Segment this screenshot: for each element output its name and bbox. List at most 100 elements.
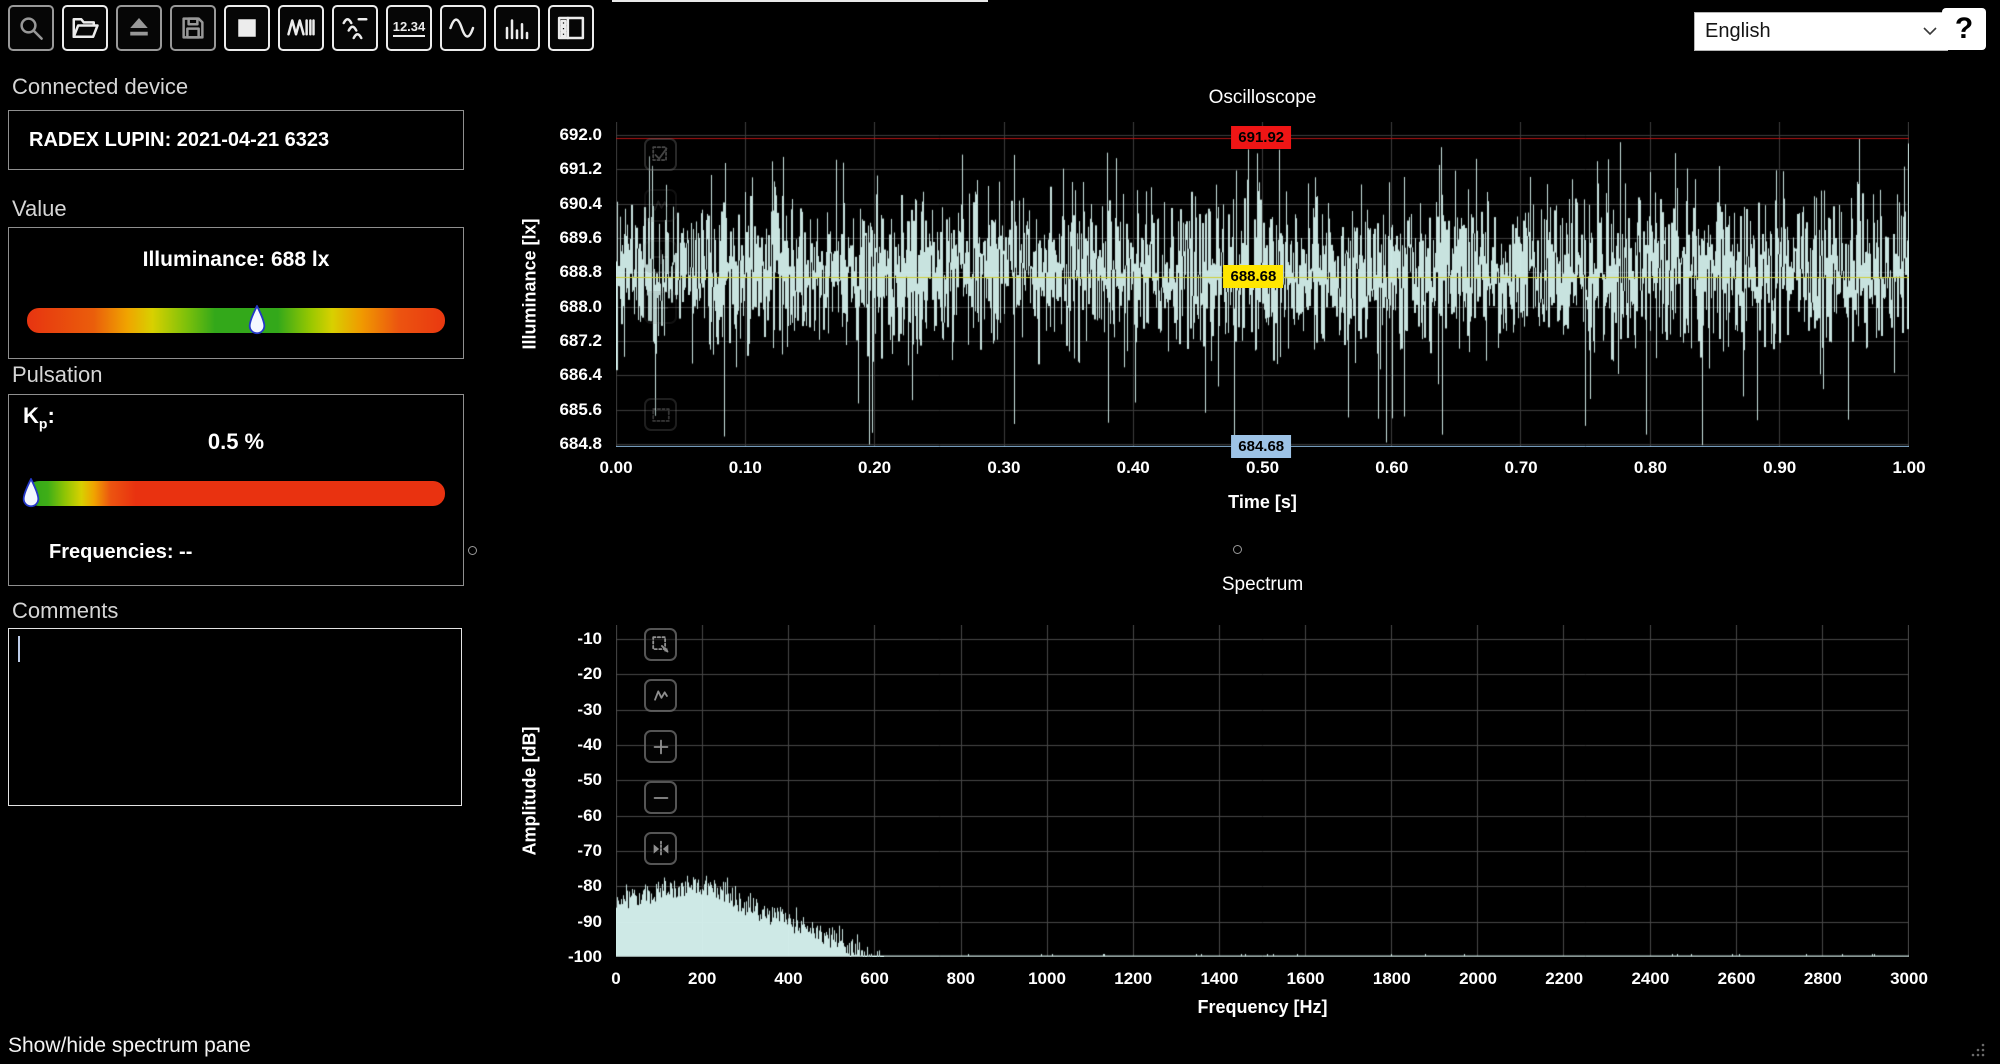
pane-splitter-handle-center[interactable] <box>1233 545 1242 554</box>
y-axis-tick: 691.2 <box>559 158 602 180</box>
y-axis-tick: 688.0 <box>559 296 602 318</box>
y-axis-tick: 692.0 <box>559 124 602 146</box>
x-axis-tick: 0.00 <box>599 458 632 478</box>
bar-chart-icon <box>502 13 532 43</box>
spectrum-x-ticks: 0200400600800100012001400160018002000220… <box>616 969 1909 993</box>
numeric-display-button[interactable]: 12.34 <box>386 5 432 51</box>
pulsation-marker-icon <box>22 478 40 509</box>
autoscale-icon[interactable] <box>644 189 677 222</box>
layout-icon <box>556 13 586 43</box>
spectrum-y-ticks: -10-20-30-40-50-60-70-80-90-100 <box>470 625 610 957</box>
y-axis-tick: -70 <box>577 840 602 862</box>
save-icon <box>178 13 208 43</box>
connected-device-label: Connected device <box>12 74 188 100</box>
open-folder-icon <box>70 13 100 43</box>
y-axis-tick: -20 <box>577 663 602 685</box>
x-axis-tick: 400 <box>774 969 802 989</box>
stacked-waves-icon <box>340 13 370 43</box>
kp-label: Kp: <box>23 403 55 431</box>
comments-input[interactable] <box>8 628 462 806</box>
illuminance-gauge <box>27 308 445 333</box>
layout-panes-button[interactable] <box>548 5 594 51</box>
x-axis-tick: 600 <box>860 969 888 989</box>
save-button[interactable] <box>170 5 216 51</box>
open-file-button[interactable] <box>62 5 108 51</box>
x-axis-tick: 0.20 <box>858 458 891 478</box>
device-name: RADEX LUPIN: 2021-04-21 6323 <box>9 129 329 152</box>
y-axis-tick: -30 <box>577 699 602 721</box>
x-axis-tick: 0.60 <box>1375 458 1408 478</box>
spectrum-pane-button[interactable] <box>494 5 540 51</box>
x-axis-tick: 1800 <box>1373 969 1411 989</box>
eject-button[interactable] <box>116 5 162 51</box>
app-window: 12.34 English ? Connected device RADEX L… <box>0 0 2000 1064</box>
x-axis-tick: 0.30 <box>987 458 1020 478</box>
x-axis-tick: 0.70 <box>1505 458 1538 478</box>
select-region-icon[interactable] <box>644 628 677 661</box>
y-axis-tick: 689.6 <box>559 227 602 249</box>
record-oscillogram-button[interactable] <box>278 5 324 51</box>
marker-badge[interactable]: 684.68 <box>1231 435 1291 458</box>
y-axis-tick: -100 <box>568 946 602 968</box>
marker-badge[interactable]: 691.92 <box>1231 126 1291 149</box>
x-axis-tick: 2000 <box>1459 969 1497 989</box>
pane-splitter-handle-left[interactable] <box>468 546 477 555</box>
marker-badge[interactable]: 688.68 <box>1223 265 1283 288</box>
x-axis-tick: 1400 <box>1200 969 1238 989</box>
pulsation-panel: Kp: 0.5 % Frequencies: -- <box>8 394 464 586</box>
waveform-record-icon <box>286 13 316 43</box>
spectrum-title: Spectrum <box>616 574 1909 596</box>
y-axis-tick: -10 <box>577 628 602 650</box>
frequencies-value: Frequencies: -- <box>49 541 192 564</box>
eject-icon <box>124 13 154 43</box>
oscilloscope-plot[interactable]: 691.92688.68684.68 <box>616 122 1909 447</box>
language-select[interactable]: English <box>1694 12 1948 51</box>
y-axis-tick: 690.4 <box>559 193 602 215</box>
x-axis-tick: 0 <box>611 969 620 989</box>
x-axis-tick: 200 <box>688 969 716 989</box>
multi-record-button[interactable] <box>332 5 378 51</box>
x-axis-tick: 0.80 <box>1634 458 1667 478</box>
x-axis-tick: 1000 <box>1028 969 1066 989</box>
oscilloscope-x-ticks: 0.000.100.200.300.400.500.600.700.800.90… <box>616 458 1909 482</box>
y-axis-tick: 685.6 <box>559 399 602 421</box>
zoom-out-icon[interactable] <box>644 291 677 324</box>
stop-button[interactable] <box>224 5 270 51</box>
language-select-value: English <box>1705 20 1771 43</box>
numeric-display-icon: 12.34 <box>393 19 426 37</box>
comments-container <box>8 628 462 806</box>
spectrum-plot[interactable] <box>616 625 1909 957</box>
x-axis-tick: 1600 <box>1287 969 1325 989</box>
x-axis-tick: 2800 <box>1804 969 1842 989</box>
window-top-edge <box>612 0 988 2</box>
zoom-in-icon[interactable] <box>644 240 677 273</box>
fit-horizontal-icon[interactable] <box>644 832 677 865</box>
comments-label: Comments <box>12 598 118 624</box>
oscilloscope-title: Oscilloscope <box>616 87 1909 109</box>
chevron-down-icon <box>1923 27 1937 36</box>
x-axis-tick: 0.90 <box>1763 458 1796 478</box>
text-cursor <box>18 636 20 662</box>
sine-wave-icon <box>448 13 478 43</box>
resize-grip-icon[interactable] <box>1970 1042 1986 1058</box>
zoom-button[interactable] <box>8 5 54 51</box>
y-axis-tick: -90 <box>577 911 602 933</box>
zoom-out-icon[interactable] <box>644 781 677 814</box>
oscilloscope-pane-button[interactable] <box>440 5 486 51</box>
pulsation-gauge <box>27 481 445 506</box>
y-axis-tick: 686.4 <box>559 364 602 386</box>
help-button[interactable]: ? <box>1942 8 1986 50</box>
autoscale-icon[interactable] <box>644 679 677 712</box>
x-axis-tick: 2400 <box>1631 969 1669 989</box>
x-axis-tick: 3000 <box>1890 969 1928 989</box>
y-axis-tick: 684.8 <box>559 433 602 455</box>
illuminance-value: Illuminance: 688 lx <box>9 248 463 272</box>
spectrum-x-axis-label: Frequency [Hz] <box>616 997 1909 1018</box>
y-axis-tick: -50 <box>577 769 602 791</box>
zoom-region-icon[interactable] <box>644 398 677 431</box>
apply-selection-icon[interactable] <box>644 138 677 171</box>
zoom-in-icon[interactable] <box>644 730 677 763</box>
spectrum-canvas[interactable] <box>616 625 1909 957</box>
main-toolbar: 12.34 <box>8 5 594 51</box>
y-axis-tick: -60 <box>577 805 602 827</box>
